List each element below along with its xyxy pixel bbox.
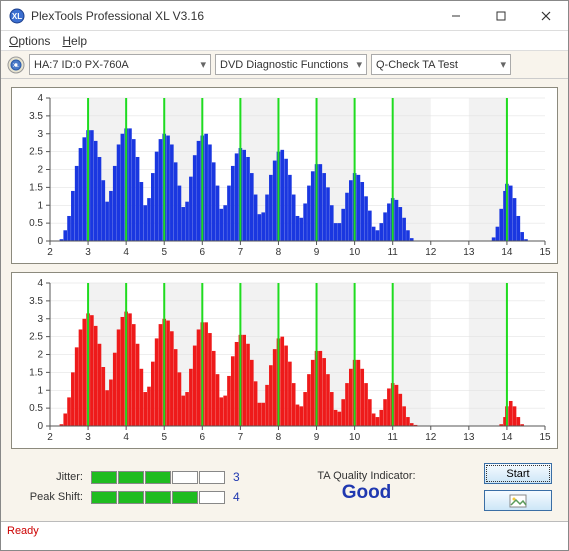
chart-bottom: 0 0.5 1 1.5 2 2.5 3 3.5 4 2 3 4 5 6 7 8 9 10 11 12 13 14 15 xyxy=(11,272,558,449)
svg-text:3: 3 xyxy=(37,129,43,140)
svg-text:0: 0 xyxy=(37,421,43,432)
svg-text:3: 3 xyxy=(85,247,91,258)
app-icon: XL xyxy=(9,8,25,24)
function-dropdown-text: DVD Diagnostic Functions xyxy=(220,59,348,71)
svg-text:15: 15 xyxy=(539,247,551,258)
svg-text:4: 4 xyxy=(123,432,129,443)
svg-text:5: 5 xyxy=(161,247,167,258)
close-button[interactable] xyxy=(523,1,568,30)
meter-segment xyxy=(172,491,198,504)
svg-text:7: 7 xyxy=(238,247,244,258)
svg-text:14: 14 xyxy=(501,247,513,258)
chevron-down-icon: ▾ xyxy=(200,58,206,71)
meter-segment xyxy=(91,471,117,484)
quality-value: Good xyxy=(257,482,476,504)
svg-text:10: 10 xyxy=(349,432,361,443)
peak-value: 4 xyxy=(233,490,249,504)
svg-text:2: 2 xyxy=(37,350,43,361)
svg-text:6: 6 xyxy=(200,247,206,258)
device-dropdown[interactable]: HA:7 ID:0 PX-760A ▾ xyxy=(29,54,211,75)
meter-segment xyxy=(118,491,144,504)
svg-text:XL: XL xyxy=(12,12,22,21)
test-dropdown[interactable]: Q-Check TA Test ▾ xyxy=(371,54,511,75)
svg-text:4: 4 xyxy=(37,93,43,104)
disc-icon: XL xyxy=(7,56,25,74)
meter-segment xyxy=(145,491,171,504)
titlebar-text: PlexTools Professional XL V3.16 xyxy=(31,9,433,23)
svg-text:3.5: 3.5 xyxy=(29,296,43,307)
svg-text:1.5: 1.5 xyxy=(29,367,43,378)
svg-text:3: 3 xyxy=(37,314,43,325)
jitter-value: 3 xyxy=(233,470,249,484)
meter-segment xyxy=(118,471,144,484)
svg-text:5: 5 xyxy=(161,432,167,443)
peak-meter: Peak Shift: 4 xyxy=(21,490,249,504)
jitter-label: Jitter: xyxy=(21,471,83,483)
menu-help[interactable]: Help xyxy=(62,34,87,48)
device-dropdown-text: HA:7 ID:0 PX-760A xyxy=(34,59,129,71)
maximize-button[interactable] xyxy=(478,1,523,30)
svg-text:0: 0 xyxy=(37,236,43,247)
svg-text:0.5: 0.5 xyxy=(29,403,43,414)
meter-segment xyxy=(91,491,117,504)
svg-text:6: 6 xyxy=(200,432,206,443)
meter-segment xyxy=(199,471,225,484)
svg-text:13: 13 xyxy=(463,432,475,443)
svg-text:4: 4 xyxy=(123,247,129,258)
svg-text:13: 13 xyxy=(463,247,475,258)
bottom-panel: Jitter: 3 Peak Shift: 4 TA Quality Indic… xyxy=(11,457,558,517)
content-area: 00.511.522.533.5423456789101112131415 00… xyxy=(1,79,568,521)
svg-text:9: 9 xyxy=(314,247,320,258)
minimize-button[interactable] xyxy=(433,1,478,30)
start-button[interactable]: Start xyxy=(484,463,552,484)
svg-text:2: 2 xyxy=(47,247,53,258)
svg-text:2: 2 xyxy=(47,432,53,443)
svg-text:1.5: 1.5 xyxy=(29,182,43,193)
titlebar: XL PlexTools Professional XL V3.16 xyxy=(1,1,568,31)
svg-text:9: 9 xyxy=(314,432,320,443)
svg-text:2.5: 2.5 xyxy=(29,147,43,158)
svg-text:12: 12 xyxy=(425,247,437,258)
svg-text:11: 11 xyxy=(387,247,398,258)
meter-segment xyxy=(199,491,225,504)
peak-label: Peak Shift: xyxy=(21,491,83,503)
svg-text:XL: XL xyxy=(13,63,19,69)
svg-text:2: 2 xyxy=(37,165,43,176)
svg-text:7: 7 xyxy=(238,432,244,443)
meter-segment xyxy=(172,471,198,484)
chart-top: 0 0.5 1 1.5 2 2.5 3 3.5 4 2 3 4 5 6 7 8 9 10 11 12 13 14 15 xyxy=(11,87,558,264)
toolbar: XL HA:7 ID:0 PX-760A ▾ DVD Diagnostic Fu… xyxy=(1,51,568,79)
function-dropdown[interactable]: DVD Diagnostic Functions ▾ xyxy=(215,54,367,75)
svg-text:8: 8 xyxy=(276,247,282,258)
svg-text:11: 11 xyxy=(387,432,398,443)
svg-text:3.5: 3.5 xyxy=(29,111,43,122)
svg-text:1: 1 xyxy=(37,385,43,396)
svg-text:15: 15 xyxy=(539,432,551,443)
svg-text:12: 12 xyxy=(425,432,437,443)
svg-text:0.5: 0.5 xyxy=(29,218,43,229)
menu-options[interactable]: Options xyxy=(9,34,50,48)
svg-text:1: 1 xyxy=(37,200,43,211)
test-dropdown-text: Q-Check TA Test xyxy=(376,59,458,71)
menubar: Options Help xyxy=(1,31,568,51)
svg-text:10: 10 xyxy=(349,247,361,258)
meter-segment xyxy=(145,471,171,484)
svg-text:3: 3 xyxy=(85,432,91,443)
svg-text:4: 4 xyxy=(37,278,43,289)
jitter-meter: Jitter: 3 xyxy=(21,470,249,484)
save-image-button[interactable] xyxy=(484,490,552,511)
chevron-down-icon: ▾ xyxy=(500,58,506,71)
statusbar: Ready xyxy=(1,521,568,539)
status-text: Ready xyxy=(7,525,39,537)
quality-label: TA Quality Indicator: xyxy=(257,470,476,482)
svg-text:2.5: 2.5 xyxy=(29,332,43,343)
chevron-down-icon: ▾ xyxy=(356,58,362,71)
quality-indicator: TA Quality Indicator: Good xyxy=(257,470,476,504)
svg-text:8: 8 xyxy=(276,432,282,443)
picture-icon xyxy=(509,494,527,508)
svg-text:14: 14 xyxy=(501,432,513,443)
